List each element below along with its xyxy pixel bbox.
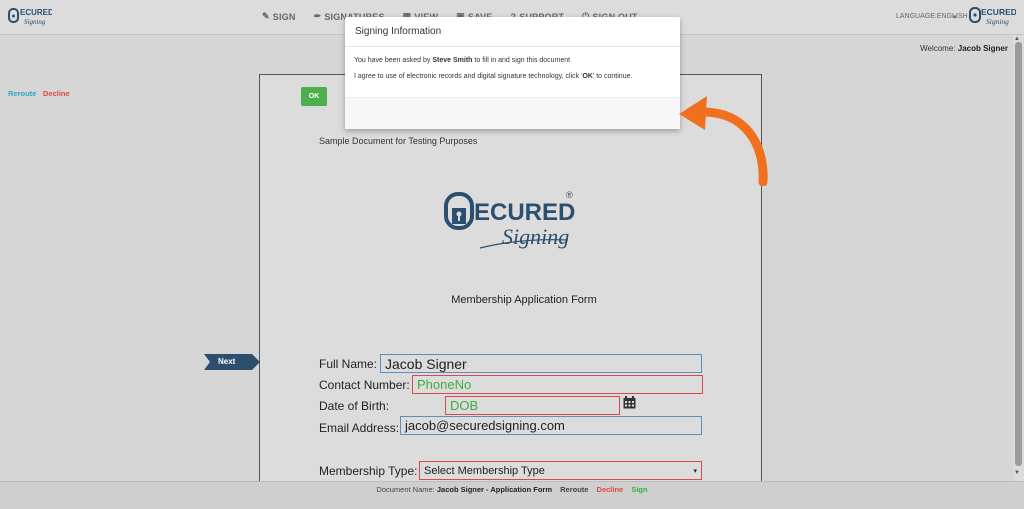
scroll-down-icon[interactable]: ▼ (1014, 470, 1020, 476)
document-info: Document Name: Jacob Signer - Applicatio… (376, 485, 648, 494)
chevron-down-icon: ▾ (693, 467, 697, 475)
bottom-decline-link[interactable]: Decline (597, 485, 624, 494)
document-logo: ECURED ® Signing (444, 190, 575, 249)
svg-text:Signing: Signing (986, 17, 1009, 26)
membership-type-label: Membership Type: (319, 464, 418, 478)
ok-button[interactable]: OK (301, 87, 327, 106)
pen-icon: ✒ (313, 11, 322, 21)
dob-field[interactable]: DOB (445, 396, 620, 415)
welcome-message: Welcome: Jacob Signer (920, 44, 1008, 53)
contact-number-label: Contact Number: (319, 378, 410, 392)
dialog-footer (345, 97, 680, 129)
user-name: Jacob Signer (957, 44, 1008, 53)
membership-type-select[interactable]: Select Membership Type ▾ (419, 461, 702, 480)
full-name-label: Full Name: (319, 357, 378, 371)
decline-link[interactable]: Decline (43, 89, 70, 98)
svg-text:ECURED: ECURED (20, 8, 52, 17)
svg-text:ECURED: ECURED (981, 7, 1016, 17)
callout-arrow (679, 96, 768, 186)
svg-text:Signing: Signing (24, 18, 46, 26)
bottom-sign-link[interactable]: Sign (631, 485, 647, 494)
language-dropdown-icon[interactable]: ▾ (953, 13, 957, 21)
sender-name: Steve Smith (432, 57, 473, 64)
reroute-link[interactable]: Reroute (8, 89, 36, 98)
email-field[interactable]: jacob@securedsigning.com (400, 416, 702, 435)
document-subtitle: Sample Document for Testing Purposes (319, 136, 478, 146)
signing-info-dialog: Signing Information You have been asked … (345, 17, 680, 129)
document-name: Jacob Signer - Application Form (436, 485, 553, 494)
full-name-field[interactable]: Jacob Signer (380, 354, 702, 373)
dialog-request-text: You have been asked by Steve Smith to fi… (354, 57, 571, 64)
dialog-title: Signing Information (355, 26, 442, 37)
svg-text:ECURED: ECURED (474, 199, 575, 226)
scrollbar-thumb[interactable] (1015, 42, 1022, 466)
scroll-up-icon[interactable]: ▲ (1014, 36, 1020, 42)
secured-signing-logo-right: ECURED Signing (969, 7, 1016, 26)
sign-icon: ✎ (262, 11, 270, 21)
calendar-icon[interactable] (623, 396, 636, 409)
secured-signing-logo[interactable]: ECURED Signing (8, 4, 52, 28)
svg-text:Signing: Signing (502, 224, 569, 249)
contact-number-field[interactable]: PhoneNo (412, 375, 703, 394)
bottom-reroute-link[interactable]: Reroute (560, 485, 588, 494)
next-label[interactable]: Next (218, 357, 235, 366)
form-title: Membership Application Form (451, 294, 597, 306)
dialog-header: Signing Information (345, 17, 680, 47)
nav-sign[interactable]: ✎ SIGN (262, 11, 296, 22)
email-label: Email Address: (319, 421, 400, 435)
svg-text:®: ® (566, 190, 573, 200)
dob-label: Date of Birth: (319, 399, 390, 413)
dialog-consent-text: I agree to use of electronic records and… (354, 73, 633, 80)
